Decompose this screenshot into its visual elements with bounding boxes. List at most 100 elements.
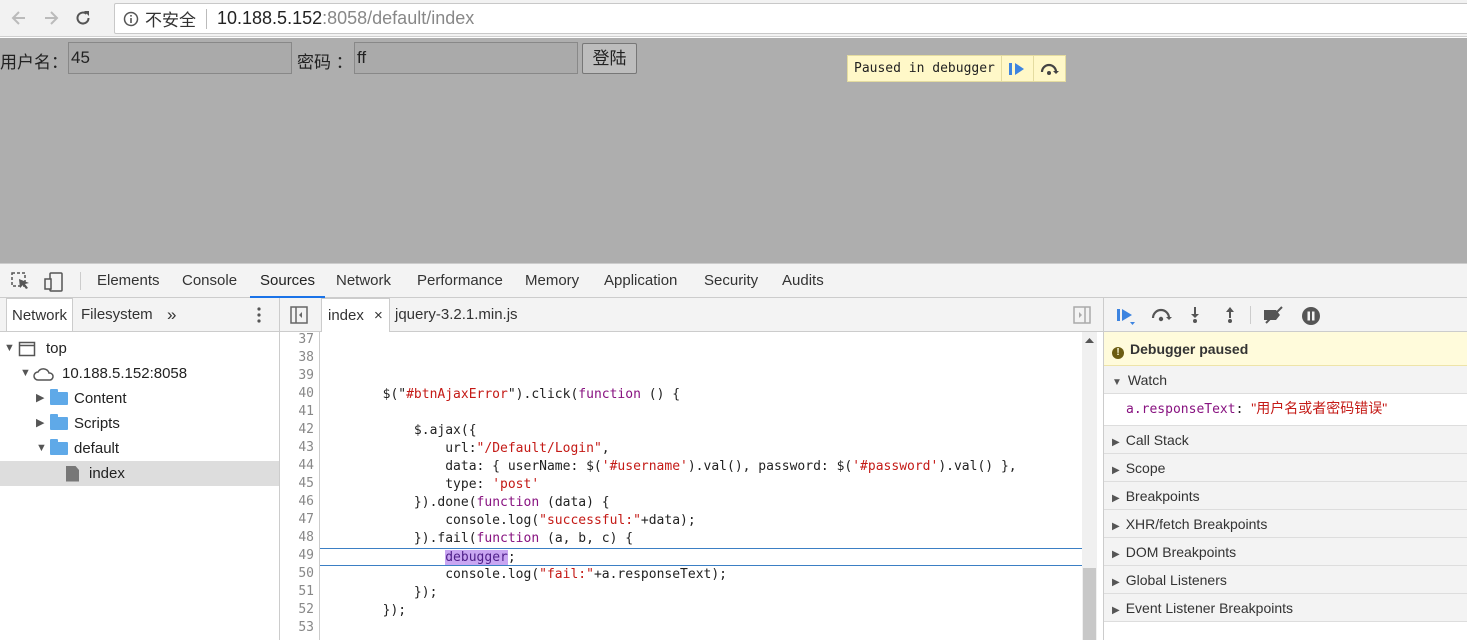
line-number[interactable]: 43 — [298, 440, 314, 455]
line-number[interactable]: 51 — [298, 584, 314, 599]
line-number[interactable]: 45 — [298, 476, 314, 491]
line-number[interactable]: 39 — [298, 368, 314, 383]
close-tab-icon[interactable]: × — [374, 307, 383, 324]
navigator-tab-filesystem[interactable]: Filesystem — [76, 298, 158, 331]
tree-item-host[interactable]: ▼ 10.188.5.152:8058 — [0, 361, 279, 386]
navigator-tab-network[interactable]: Network — [6, 298, 74, 331]
collapsed-arrow-icon: ▶ — [1112, 521, 1120, 532]
line-number[interactable]: 52 — [298, 602, 314, 617]
tab-memory[interactable]: Memory — [525, 264, 579, 298]
code-line[interactable]: }); — [320, 584, 438, 602]
toggle-navigator-button[interactable] — [290, 306, 308, 327]
tree-item-default[interactable]: ▼ default — [0, 436, 279, 461]
scrollbar-thumb[interactable] — [1083, 568, 1096, 640]
line-number[interactable]: 38 — [298, 350, 314, 365]
line-number[interactable]: 47 — [298, 512, 314, 527]
code-line[interactable]: console.log("successful:"+data); — [320, 512, 695, 530]
overlay-resume-button[interactable] — [1000, 56, 1033, 81]
step-out-icon — [1226, 307, 1234, 323]
collapsed-arrow-icon: ▶ — [1112, 493, 1120, 504]
tree-item-content[interactable]: ▶ Content — [0, 386, 279, 411]
overlay-step-over-button[interactable] — [1032, 56, 1065, 81]
device-toolbar-button[interactable] — [44, 272, 64, 295]
tab-sources[interactable]: Sources — [250, 264, 326, 298]
back-button[interactable] — [6, 5, 32, 31]
tab-network[interactable]: Network — [336, 264, 391, 298]
editor-scrollbar[interactable] — [1082, 332, 1097, 640]
info-icon: ! — [1112, 347, 1124, 359]
tab-console[interactable]: Console — [182, 264, 237, 298]
code-line-paused[interactable]: debugger; — [320, 548, 1082, 566]
step-over-button[interactable] — [1150, 306, 1172, 327]
collapsed-arrow-icon: ▶ — [1112, 437, 1120, 448]
collapsed-arrow-icon: ▶ — [1112, 465, 1120, 476]
code-line[interactable]: }).fail(function (a, b, c) { — [320, 530, 633, 548]
forward-arrow-icon — [45, 11, 59, 25]
tree-item-label: 10.188.5.152:8058 — [62, 365, 188, 382]
code-line[interactable]: $("#btnAjaxError").click(function () { — [320, 386, 680, 404]
tree-item-index[interactable]: index — [0, 461, 279, 486]
tree-item-scripts[interactable]: ▶ Scripts — [0, 411, 279, 436]
tab-security[interactable]: Security — [704, 264, 758, 298]
login-button[interactable]: 登陆 — [582, 43, 637, 74]
pause-on-exceptions-icon — [1302, 307, 1320, 325]
line-number[interactable]: 46 — [298, 494, 314, 509]
tab-audits[interactable]: Audits — [782, 264, 824, 298]
editor-tab-index[interactable]: index × — [321, 298, 390, 332]
line-number[interactable]: 48 — [298, 530, 314, 545]
editor-tab-jquery[interactable]: jquery-3.2.1.min.js — [395, 298, 518, 332]
section-watch[interactable]: ▼ Watch — [1104, 366, 1467, 394]
line-number[interactable]: 41 — [298, 404, 314, 419]
deactivate-breakpoints-icon — [1264, 306, 1283, 324]
deactivate-breakpoints-button[interactable] — [1262, 306, 1286, 327]
inspect-element-button[interactable] — [11, 272, 31, 293]
forward-button[interactable] — [38, 5, 64, 31]
watch-expression-row[interactable]: a.responseText: "用户名或者密码错误" — [1104, 394, 1467, 426]
collapsed-arrow-icon: ▶ — [1112, 549, 1120, 560]
code-line[interactable]: console.log("fail:"+a.responseText); — [320, 566, 727, 584]
code-line[interactable]: }); — [320, 602, 406, 620]
address-bar[interactable]: 不安全 10.188.5.152:8058/default/index — [114, 3, 1467, 34]
cloud-icon — [33, 367, 54, 381]
section-breakpoints[interactable]: ▶ Breakpoints — [1104, 482, 1467, 510]
section-scope[interactable]: ▶ Scope — [1104, 454, 1467, 482]
section-event-listener-breakpoints[interactable]: ▶ Event Listener Breakpoints — [1104, 594, 1467, 622]
tree-item-top[interactable]: ▼ top — [0, 336, 279, 361]
line-number[interactable]: 37 — [298, 332, 314, 347]
code-line[interactable]: $.ajax({ — [320, 422, 477, 440]
tab-application[interactable]: Application — [604, 264, 677, 298]
folder-icon — [50, 389, 68, 405]
step-into-button[interactable] — [1188, 306, 1202, 327]
toggle-debugger-sidebar-button[interactable] — [1073, 306, 1091, 327]
code-line[interactable]: url:"/Default/Login", — [320, 440, 609, 458]
code-line[interactable]: }).done(function (data) { — [320, 494, 610, 512]
section-global-listeners[interactable]: ▶ Global Listeners — [1104, 566, 1467, 594]
code-line[interactable]: type: 'post' — [320, 476, 539, 494]
tree-item-label: top — [46, 340, 67, 357]
line-number[interactable]: 53 — [298, 620, 314, 635]
line-number[interactable]: 40 — [298, 386, 314, 401]
password-input[interactable] — [354, 42, 578, 74]
resume-button[interactable] — [1116, 306, 1138, 329]
navigator-more-tabs-button[interactable]: » — [162, 298, 181, 331]
section-call-stack[interactable]: ▶ Call Stack — [1104, 426, 1467, 454]
code-area[interactable]: 37 38 39 40 41 42 43 44 45 46 47 48 49 5… — [280, 332, 1103, 640]
omnibox-separator — [206, 8, 207, 29]
step-out-button[interactable] — [1223, 306, 1237, 327]
section-dom-breakpoints[interactable]: ▶ DOM Breakpoints — [1104, 538, 1467, 566]
username-input[interactable] — [68, 42, 292, 74]
tab-elements[interactable]: Elements — [97, 264, 160, 298]
line-number[interactable]: 49 — [298, 548, 314, 563]
navigator-menu-button[interactable] — [251, 306, 267, 327]
collapsed-arrow-icon: ▶ — [1112, 577, 1120, 588]
code-line[interactable]: data: { userName: $('#username').val(), … — [320, 458, 1016, 476]
page-viewport: 用户名： 密码 ： 登陆 Paused in debugger — [0, 38, 1467, 263]
pause-on-exceptions-button[interactable] — [1301, 306, 1321, 329]
line-number[interactable]: 42 — [298, 422, 314, 437]
line-number[interactable]: 50 — [298, 566, 314, 581]
reload-button[interactable] — [70, 5, 96, 31]
tab-performance[interactable]: Performance — [417, 264, 503, 298]
section-xhr-fetch-breakpoints[interactable]: ▶ XHR/fetch Breakpoints — [1104, 510, 1467, 538]
tree-item-label: Content — [74, 390, 127, 407]
line-number[interactable]: 44 — [298, 458, 314, 473]
